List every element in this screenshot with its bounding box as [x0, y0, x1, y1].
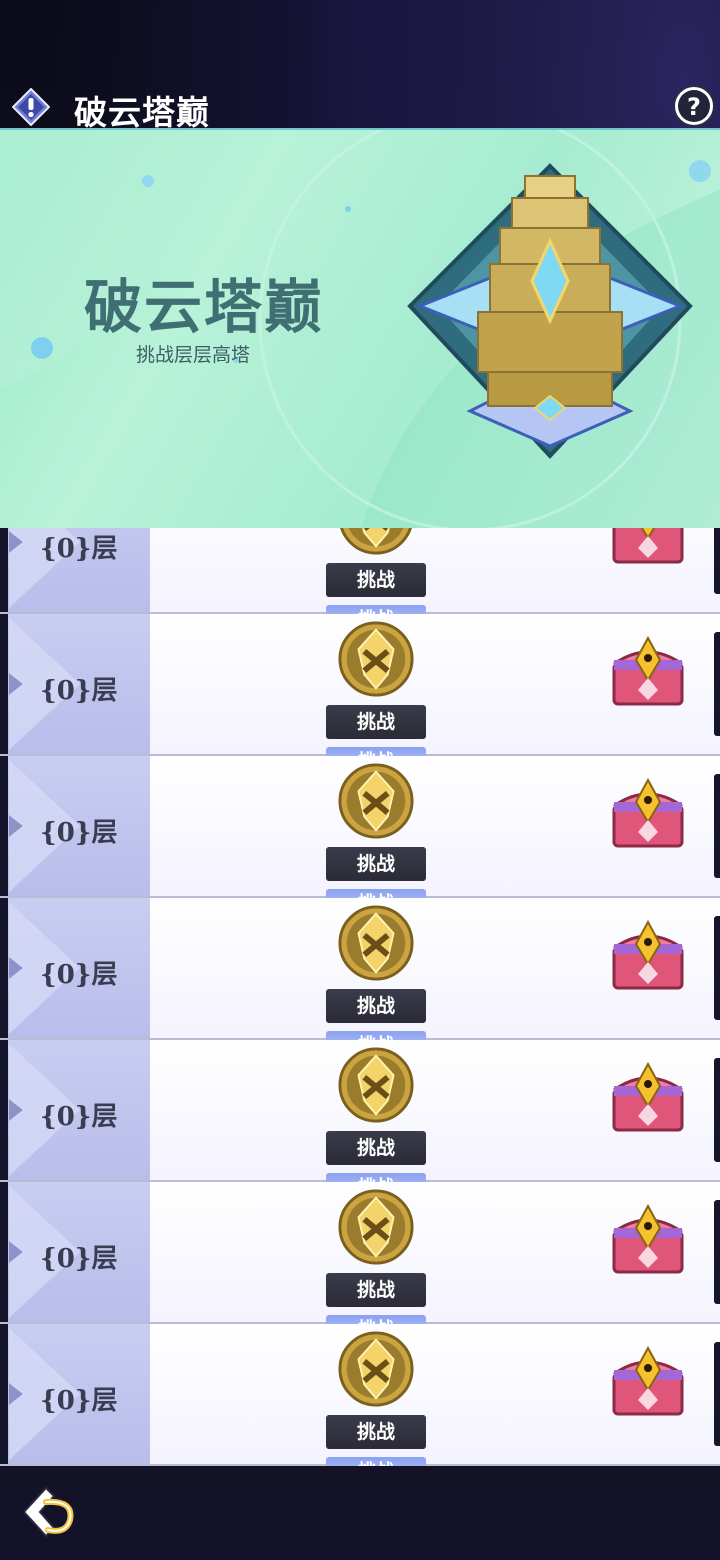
stage-badge-icon	[338, 1189, 414, 1265]
treasure-chest-icon[interactable]	[608, 1344, 688, 1420]
banner-subtitle: 挑战层层高塔	[136, 344, 251, 366]
row-edge	[714, 916, 720, 1020]
treasure-chest-icon[interactable]	[608, 528, 688, 568]
floor-row: {0}层 挑战 挑战	[0, 614, 720, 769]
page-title: 破云塔巅	[74, 93, 210, 132]
row-edge	[714, 632, 720, 736]
row-edge	[714, 528, 720, 594]
floor-list[interactable]: {0}层 挑战 挑战 {0}层 挑战 挑战 {0}层	[0, 528, 720, 1466]
floor-row: {0}层 挑战 挑战	[0, 756, 720, 911]
challenge-button[interactable]: 挑战	[326, 1415, 426, 1449]
banner-title: 破云塔巅	[84, 273, 325, 341]
stage-badge-icon	[338, 905, 414, 981]
stage-badge-icon	[338, 1047, 414, 1123]
floor-label: {0}层	[40, 960, 118, 990]
tower-emblem	[407, 163, 693, 459]
floor-row: {0}层 挑战 挑战	[0, 1040, 720, 1195]
row-edge	[0, 1182, 8, 1322]
challenge-button[interactable]: 挑战	[326, 1273, 426, 1307]
challenge-button[interactable]: 挑战	[326, 1131, 426, 1165]
row-edge	[0, 756, 8, 896]
challenge-button[interactable]: 挑战	[326, 705, 426, 739]
row-edge	[0, 898, 8, 1038]
floor-row: {0}层 挑战 挑战	[0, 1182, 720, 1337]
row-edge	[0, 614, 8, 754]
row-edge	[714, 1058, 720, 1162]
stage-badge-icon	[340, 528, 412, 555]
floor-label: {0}层	[40, 1102, 118, 1132]
row-edge	[714, 1342, 720, 1446]
floor-label: {0}层	[40, 818, 118, 848]
question-icon[interactable]: ?	[672, 84, 716, 128]
floor-label: {0}层	[40, 534, 118, 564]
row-edge	[0, 1040, 8, 1180]
exclamation-icon[interactable]	[12, 88, 50, 126]
svg-text:?: ?	[687, 93, 701, 121]
stage-badge-icon	[338, 763, 414, 839]
floor-label: {0}层	[40, 676, 118, 706]
treasure-chest-icon[interactable]	[608, 918, 688, 994]
treasure-chest-icon[interactable]	[608, 1202, 688, 1278]
top-bar: 破云塔巅 ?	[0, 0, 720, 132]
challenge-button[interactable]: 挑战	[326, 989, 426, 1023]
floor-label: {0}层	[40, 1244, 118, 1274]
floor-row: {0}层 挑战 挑战	[0, 528, 720, 627]
treasure-chest-icon[interactable]	[608, 634, 688, 710]
row-edge	[714, 1200, 720, 1304]
banner: 破云塔巅 挑战层层高塔	[0, 128, 720, 528]
row-edge	[714, 774, 720, 878]
stage-badge-icon	[338, 1331, 414, 1407]
challenge-button[interactable]: 挑战	[326, 563, 426, 597]
treasure-chest-icon[interactable]	[608, 1060, 688, 1136]
challenge-button[interactable]: 挑战	[326, 847, 426, 881]
floor-label: {0}层	[40, 1386, 118, 1416]
stage-badge-icon	[338, 621, 414, 697]
treasure-chest-icon[interactable]	[608, 776, 688, 852]
floor-row: {0}层 挑战 挑战	[0, 1324, 720, 1466]
back-arrow-icon[interactable]	[16, 1480, 80, 1544]
floor-row: {0}层 挑战 挑战	[0, 898, 720, 1053]
secondary-challenge-button[interactable]: 挑战	[326, 1457, 426, 1466]
row-edge	[0, 1324, 8, 1464]
row-edge	[0, 528, 8, 612]
